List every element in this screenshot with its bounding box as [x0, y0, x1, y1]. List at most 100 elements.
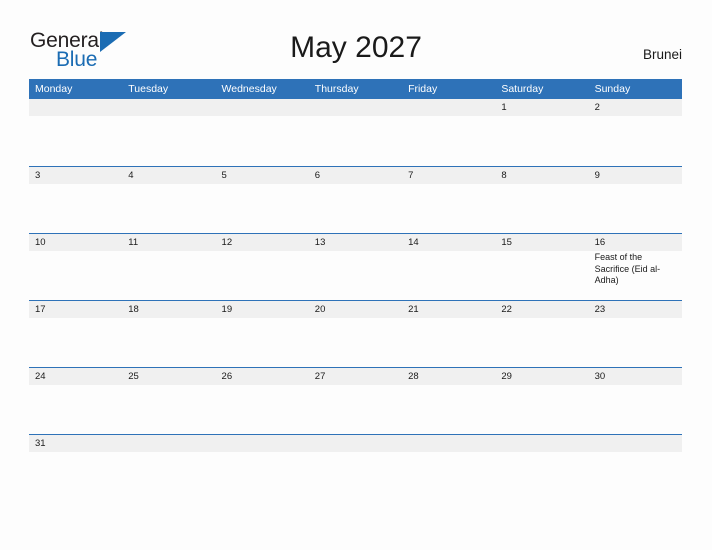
day-number-31[interactable]: 31	[29, 435, 122, 452]
week-date-strip: 31	[29, 435, 682, 452]
day-cell-empty	[402, 116, 495, 166]
day-number-22[interactable]: 22	[495, 301, 588, 318]
day-number-3[interactable]: 3	[29, 167, 122, 184]
day-cell-13[interactable]	[309, 251, 402, 301]
day-number-12[interactable]: 12	[216, 234, 309, 251]
calendar-grid: Monday Tuesday Wednesday Thursday Friday Satu…	[29, 79, 682, 467]
day-number-24[interactable]: 24	[29, 368, 122, 385]
day-number-8[interactable]: 8	[495, 167, 588, 184]
weekday-header-tuesday: Tuesday	[128, 83, 169, 95]
calendar-week-row: 12	[29, 99, 682, 166]
day-cell-5[interactable]	[216, 184, 309, 234]
day-number-17[interactable]: 17	[29, 301, 122, 318]
day-number-5[interactable]: 5	[216, 167, 309, 184]
week-date-strip: 12	[29, 99, 682, 116]
day-cell-18[interactable]	[122, 318, 215, 368]
day-number-20[interactable]: 20	[309, 301, 402, 318]
day-number-21[interactable]: 21	[402, 301, 495, 318]
day-cell-25[interactable]	[122, 385, 215, 435]
calendar-week-row: 10 11 12 13 14 15 16 Feast of the Sacrifice (Ei…	[29, 233, 682, 301]
calendar-week-row: 3456789	[29, 166, 682, 234]
day-cell-21[interactable]	[402, 318, 495, 368]
day-number-11[interactable]: 11	[122, 234, 215, 251]
day-cell-28[interactable]	[402, 385, 495, 435]
day-number-16[interactable]: 16	[589, 234, 682, 251]
day-cell-29[interactable]	[495, 385, 588, 435]
day-cell-22[interactable]	[495, 318, 588, 368]
weekday-header-thursday: Thursday	[314, 83, 359, 95]
day-cell-15[interactable]	[495, 251, 588, 301]
weekday-header-friday: Friday	[408, 83, 438, 95]
day-cell-19[interactable]	[216, 318, 309, 368]
day-number-2[interactable]: 2	[589, 99, 682, 116]
day-cell-9[interactable]	[589, 184, 682, 234]
day-number-19[interactable]: 19	[216, 301, 309, 318]
day-cell-8[interactable]	[495, 184, 588, 234]
day-number-empty	[216, 99, 309, 116]
day-cell-26[interactable]	[216, 385, 309, 435]
week-body-strip	[29, 116, 682, 166]
day-number-empty	[402, 435, 495, 452]
day-number-28[interactable]: 28	[402, 368, 495, 385]
day-number-empty	[589, 435, 682, 452]
day-cell-16[interactable]: Feast of the Sacrifice (Eid al-Adha)	[589, 251, 682, 301]
day-cell-1[interactable]	[495, 116, 588, 166]
day-cell-14[interactable]	[402, 251, 495, 301]
day-cell-4[interactable]	[122, 184, 215, 234]
day-cell-empty	[309, 116, 402, 166]
day-cell-30[interactable]	[589, 385, 682, 435]
day-cell-empty	[495, 452, 588, 467]
calendar-week-row: 17 18 19 20 21 22 23	[29, 300, 682, 368]
country-label: Brunei	[642, 47, 682, 62]
day-cell-empty	[402, 452, 495, 467]
day-cell-empty	[589, 452, 682, 467]
day-cell-20[interactable]	[309, 318, 402, 368]
day-cell-empty	[122, 452, 215, 467]
weekday-header-saturday: Saturday	[501, 83, 544, 95]
week-date-strip: 24 25 26 27 28 29 30	[29, 368, 682, 385]
day-cell-11[interactable]	[122, 251, 215, 301]
day-number-29[interactable]: 29	[495, 368, 588, 385]
weekday-header-sunday: Sunday	[594, 83, 631, 95]
weekday-header-monday: Monday	[35, 83, 73, 95]
day-number-13[interactable]: 13	[309, 234, 402, 251]
day-number-1[interactable]: 1	[495, 99, 588, 116]
day-cell-empty	[216, 452, 309, 467]
week-date-strip: 17 18 19 20 21 22 23	[29, 301, 682, 318]
day-cell-10[interactable]	[29, 251, 122, 301]
day-cell-31[interactable]	[29, 452, 122, 467]
day-number-10[interactable]: 10	[29, 234, 122, 251]
day-number-empty	[216, 435, 309, 452]
day-number-25[interactable]: 25	[122, 368, 215, 385]
day-number-empty	[309, 99, 402, 116]
day-number-18[interactable]: 18	[122, 301, 215, 318]
day-cell-12[interactable]	[216, 251, 309, 301]
day-number-26[interactable]: 26	[216, 368, 309, 385]
day-cell-empty	[216, 116, 309, 166]
day-cell-17[interactable]	[29, 318, 122, 368]
week-body-strip	[29, 452, 682, 467]
day-cell-empty	[309, 452, 402, 467]
day-cell-3[interactable]	[29, 184, 122, 234]
day-number-23[interactable]: 23	[589, 301, 682, 318]
day-cell-24[interactable]	[29, 385, 122, 435]
day-cell-6[interactable]	[309, 184, 402, 234]
day-number-empty	[122, 435, 215, 452]
day-number-27[interactable]: 27	[309, 368, 402, 385]
day-number-empty	[29, 99, 122, 116]
day-number-7[interactable]: 7	[402, 167, 495, 184]
page-title: May 2027	[290, 31, 422, 64]
day-number-6[interactable]: 6	[309, 167, 402, 184]
day-cell-7[interactable]	[402, 184, 495, 234]
holiday-event: Feast of the Sacrifice (Eid al-Adha)	[594, 252, 661, 285]
day-number-empty	[495, 435, 588, 452]
day-number-4[interactable]: 4	[122, 167, 215, 184]
day-number-14[interactable]: 14	[402, 234, 495, 251]
day-cell-2[interactable]	[589, 116, 682, 166]
week-body-strip	[29, 318, 682, 368]
day-cell-27[interactable]	[309, 385, 402, 435]
day-cell-23[interactable]	[589, 318, 682, 368]
day-number-15[interactable]: 15	[495, 234, 588, 251]
day-number-9[interactable]: 9	[589, 167, 682, 184]
day-number-30[interactable]: 30	[589, 368, 682, 385]
